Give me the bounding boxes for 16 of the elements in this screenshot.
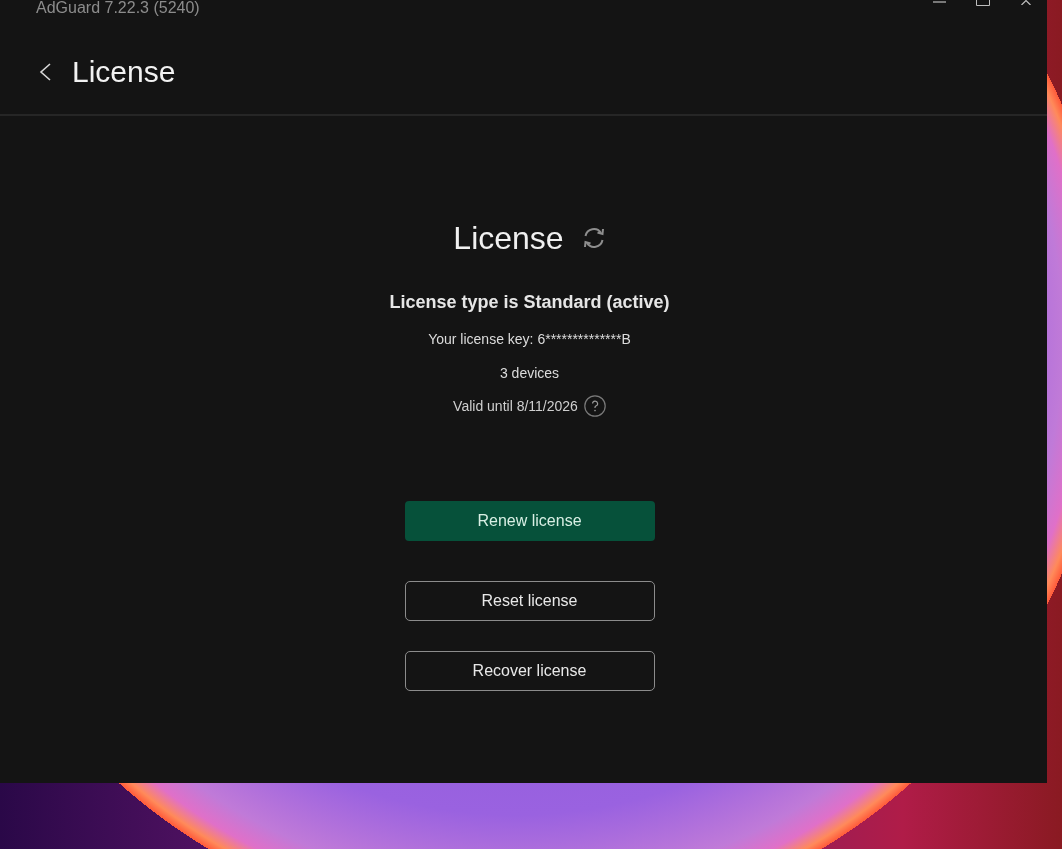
page-title: License: [72, 54, 176, 90]
refresh-icon[interactable]: [581, 227, 606, 249]
window-title: AdGuard 7.22.3 (5240): [36, 0, 200, 16]
renew-button[interactable]: Renew license: [404, 501, 655, 541]
close-icon[interactable]: [1019, 0, 1032, 5]
license-action-button[interactable]: Recover license: [404, 651, 655, 691]
back-button[interactable]: [38, 63, 52, 81]
devices-text: 3 devices: [499, 364, 560, 383]
valid-until-text: Valid until 8/11/2026: [453, 397, 578, 416]
license-type-text: License type is Standard (active): [389, 291, 670, 314]
chevron-left-icon: [38, 63, 52, 81]
maximize-icon[interactable]: [975, 0, 990, 6]
license-key-text: Your license key: 6**************B: [428, 330, 631, 349]
license-heading: License: [453, 219, 564, 258]
help-icon[interactable]: [583, 395, 606, 417]
license-action-button[interactable]: Reset license: [404, 581, 655, 621]
